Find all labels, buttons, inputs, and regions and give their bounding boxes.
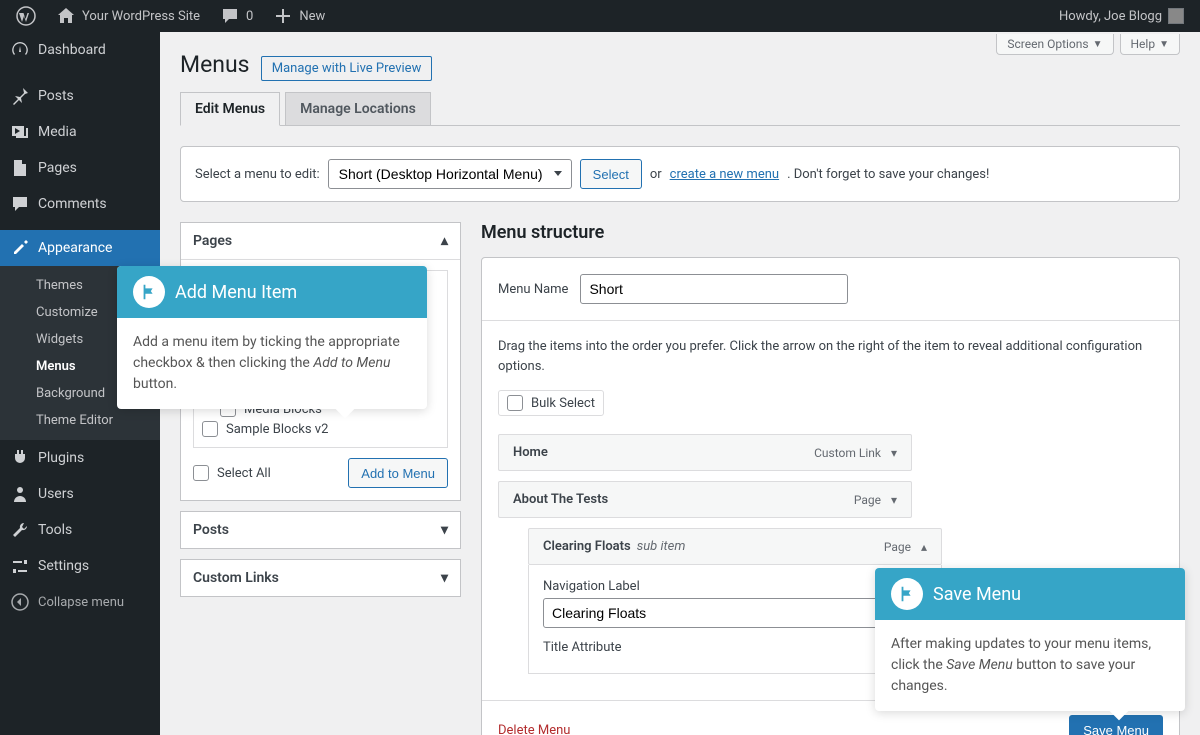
chevron-down-icon[interactable]: ▾ bbox=[891, 446, 897, 460]
site-name-text: Your WordPress Site bbox=[82, 9, 200, 24]
help-button[interactable]: Help▼ bbox=[1120, 34, 1181, 55]
menu-item-about[interactable]: About The Tests Page▾ bbox=[498, 481, 912, 518]
menu-item-clearing-floats[interactable]: Clearing Floatssub item Page▴ bbox=[528, 528, 942, 565]
sidebar-label: Dashboard bbox=[38, 42, 106, 58]
instructions-text: Drag the items into the order you prefer… bbox=[498, 337, 1163, 376]
wordpress-icon bbox=[16, 6, 36, 26]
nav-tabs: Edit Menus Manage Locations bbox=[180, 92, 1180, 126]
comments-link[interactable]: 0 bbox=[212, 0, 261, 32]
bulk-select-checkbox[interactable]: Bulk Select bbox=[498, 390, 604, 416]
nav-label-input[interactable] bbox=[543, 598, 927, 628]
sidebar-label: Pages bbox=[38, 160, 77, 176]
checkbox[interactable] bbox=[193, 465, 209, 481]
sidebar-item-media[interactable]: Media bbox=[0, 114, 160, 150]
menu-name-label: Menu Name bbox=[498, 282, 568, 297]
select-menu-button[interactable]: Select bbox=[580, 159, 642, 189]
metabox-pages-head[interactable]: Pages▴ bbox=[181, 223, 460, 260]
tab-edit-menus[interactable]: Edit Menus bbox=[180, 92, 280, 126]
home-icon bbox=[56, 6, 76, 26]
wp-logo[interactable] bbox=[8, 0, 44, 32]
select-all-checkbox[interactable]: Select All bbox=[193, 463, 271, 483]
metabox-posts: Posts▾ bbox=[180, 511, 461, 549]
flag-icon bbox=[133, 276, 165, 308]
flag-icon bbox=[891, 578, 923, 610]
chevron-down-icon: ▾ bbox=[441, 522, 448, 538]
submenu-item-theme-editor[interactable]: Theme Editor bbox=[0, 407, 160, 434]
collapse-menu[interactable]: Collapse menu bbox=[0, 584, 160, 620]
add-to-menu-button[interactable]: Add to Menu bbox=[348, 458, 448, 488]
delete-menu-link[interactable]: Delete Menu bbox=[498, 723, 570, 735]
checkbox[interactable] bbox=[202, 421, 218, 437]
screen-options-button[interactable]: Screen Options▼ bbox=[996, 34, 1113, 55]
sidebar-item-settings[interactable]: Settings bbox=[0, 548, 160, 584]
sidebar-label: Plugins bbox=[38, 450, 84, 466]
metabox-custom-links: Custom Links▾ bbox=[180, 559, 461, 597]
nav-label-label: Navigation Label bbox=[543, 579, 927, 594]
sidebar-item-comments[interactable]: Comments bbox=[0, 186, 160, 222]
checkbox[interactable] bbox=[507, 395, 523, 411]
metabox-custom-links-head[interactable]: Custom Links▾ bbox=[181, 560, 460, 596]
sidebar-item-dashboard[interactable]: Dashboard bbox=[0, 32, 160, 68]
collapse-icon bbox=[10, 592, 30, 612]
site-name-link[interactable]: Your WordPress Site bbox=[48, 0, 208, 32]
users-icon bbox=[10, 484, 30, 504]
media-icon bbox=[10, 122, 30, 142]
plugin-icon bbox=[10, 448, 30, 468]
sidebar-item-users[interactable]: Users bbox=[0, 476, 160, 512]
comment-icon bbox=[220, 6, 240, 26]
plus-icon bbox=[273, 6, 293, 26]
new-content-link[interactable]: New bbox=[265, 0, 333, 32]
greeting-text: Howdy, Joe Blogg bbox=[1059, 9, 1162, 24]
user-greeting[interactable]: Howdy, Joe Blogg bbox=[1051, 0, 1192, 32]
page-checkbox-row[interactable]: Sample Blocks v2 bbox=[202, 419, 439, 439]
sidebar-item-appearance[interactable]: Appearance bbox=[0, 230, 160, 266]
menu-select-bar: Select a menu to edit: Short (Desktop Ho… bbox=[180, 146, 1180, 202]
pin-icon bbox=[10, 86, 30, 106]
chevron-down-icon: ▼ bbox=[1159, 39, 1169, 50]
title-attr-label: Title Attribute bbox=[543, 640, 927, 655]
appearance-icon bbox=[10, 238, 30, 258]
collapse-label: Collapse menu bbox=[38, 595, 124, 610]
chevron-up-icon: ▴ bbox=[441, 233, 448, 249]
manage-live-preview-button[interactable]: Manage with Live Preview bbox=[261, 56, 433, 81]
comment-icon bbox=[10, 194, 30, 214]
sidebar-item-tools[interactable]: Tools bbox=[0, 512, 160, 548]
tab-manage-locations[interactable]: Manage Locations bbox=[285, 92, 431, 125]
tools-icon bbox=[10, 520, 30, 540]
menu-select-dropdown[interactable]: Short (Desktop Horizontal Menu) bbox=[328, 159, 572, 189]
menu-name-input[interactable] bbox=[580, 274, 848, 304]
or-text: or bbox=[650, 167, 662, 182]
sidebar-item-plugins[interactable]: Plugins bbox=[0, 440, 160, 476]
chevron-down-icon: ▾ bbox=[441, 570, 448, 586]
comment-count: 0 bbox=[246, 9, 253, 24]
sidebar-label: Settings bbox=[38, 558, 89, 574]
sidebar-label: Appearance bbox=[38, 240, 112, 256]
sidebar-item-posts[interactable]: Posts bbox=[0, 78, 160, 114]
sidebar-label: Posts bbox=[38, 88, 74, 104]
settings-icon bbox=[10, 556, 30, 576]
new-label: New bbox=[299, 9, 325, 24]
tooltip-add-menu-item: Add Menu Item Add a menu item by ticking… bbox=[117, 266, 427, 409]
dashboard-icon bbox=[10, 40, 30, 60]
avatar bbox=[1168, 8, 1184, 24]
chevron-down-icon: ▼ bbox=[1093, 39, 1103, 50]
suffix-text: . Don't forget to save your changes! bbox=[787, 167, 989, 182]
sidebar-item-pages[interactable]: Pages bbox=[0, 150, 160, 186]
select-menu-label: Select a menu to edit: bbox=[195, 167, 320, 182]
sidebar-label: Users bbox=[38, 486, 74, 502]
chevron-down-icon[interactable]: ▾ bbox=[891, 493, 897, 507]
menu-structure-heading: Menu structure bbox=[481, 222, 1180, 243]
metabox-posts-head[interactable]: Posts▾ bbox=[181, 512, 460, 548]
sidebar-label: Media bbox=[38, 124, 77, 140]
page-icon bbox=[10, 158, 30, 178]
tooltip-save-menu: Save Menu After making updates to your m… bbox=[875, 568, 1185, 711]
admin-bar: Your WordPress Site 0 New Howdy, Joe Blo… bbox=[0, 0, 1200, 32]
sidebar-label: Tools bbox=[38, 522, 72, 538]
page-title: Menus bbox=[180, 42, 250, 82]
create-new-menu-link[interactable]: create a new menu bbox=[670, 167, 779, 182]
sidebar-label: Comments bbox=[38, 196, 107, 212]
chevron-up-icon[interactable]: ▴ bbox=[921, 540, 927, 554]
menu-item-home[interactable]: Home Custom Link▾ bbox=[498, 434, 912, 471]
